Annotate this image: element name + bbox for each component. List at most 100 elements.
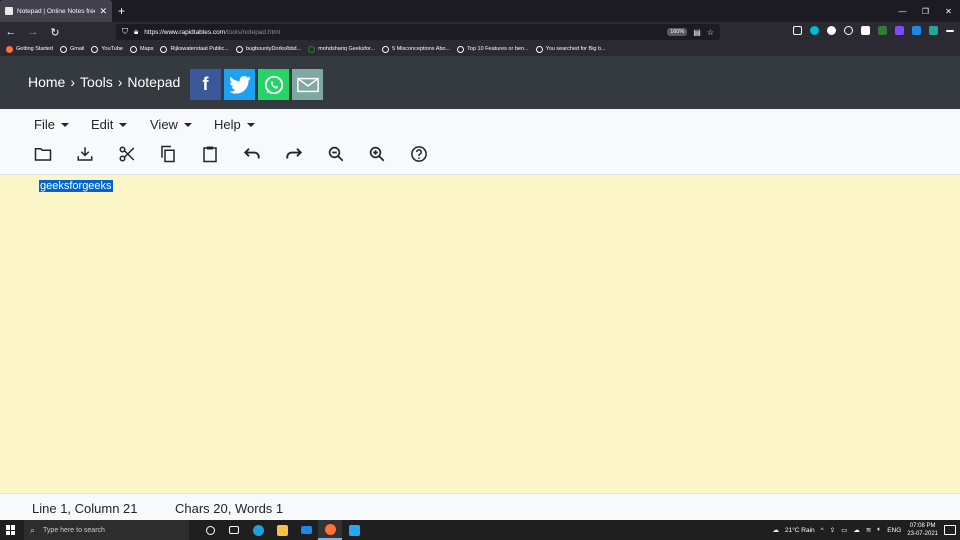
extension-icon[interactable]	[895, 26, 904, 35]
onedrive-icon[interactable]: ☁	[853, 526, 860, 534]
bookmark-item[interactable]: 5 Misconceptions Abo...	[382, 45, 450, 53]
language-indicator[interactable]: ENG	[887, 527, 901, 534]
redo-icon[interactable]	[284, 144, 304, 164]
weather-icon[interactable]: ☁	[772, 526, 779, 534]
extension-icon[interactable]	[810, 26, 819, 35]
bookmark-item[interactable]: mohdshariq Geeksfor...	[308, 45, 375, 53]
extension-icon[interactable]	[827, 26, 836, 35]
tab-title: Notepad | Online Notes free, n...	[17, 7, 95, 15]
menu-edit[interactable]: Edit	[91, 117, 150, 132]
notepad-textarea[interactable]: geeksforgeeks	[0, 175, 960, 493]
url-domain: https://www.rapidtables.com	[144, 28, 226, 36]
bookmark-item[interactable]: Gmail	[60, 45, 84, 53]
notifications-icon[interactable]	[944, 525, 956, 535]
breadcrumb-tools-link[interactable]: Tools	[80, 74, 113, 90]
close-window-icon[interactable]: ✕	[937, 0, 960, 22]
battery-icon[interactable]: ▭	[841, 526, 847, 534]
url-text[interactable]: https://www.rapidtables.com/tools/notepa…	[144, 29, 661, 36]
site-header: Home › Tools › Notepad f	[0, 56, 960, 109]
menu-label: Help	[214, 117, 241, 132]
email-share-icon[interactable]	[292, 69, 323, 100]
paste-icon[interactable]	[200, 144, 220, 164]
whatsapp-share-icon[interactable]	[258, 69, 289, 100]
zoom-badge[interactable]: 160%	[667, 28, 688, 36]
shield-icon[interactable]: ⛉	[122, 27, 128, 37]
bookmark-item[interactable]: Maps	[130, 45, 153, 53]
reload-icon[interactable]: ↻	[44, 26, 66, 39]
browser-tab[interactable]: Notepad | Online Notes free, n... ✕	[0, 0, 112, 22]
menu-file[interactable]: File	[34, 117, 91, 132]
windows-start-icon[interactable]	[6, 525, 16, 535]
bookmark-item[interactable]: Top 10 Features or ben...	[457, 45, 529, 53]
bookmark-item[interactable]: Rijkswaterstaat Public...	[160, 45, 229, 53]
clock[interactable]: 07:08 PM 23-07-2021	[907, 522, 938, 538]
menu-label: View	[150, 117, 178, 132]
close-tab-icon[interactable]: ✕	[99, 6, 107, 17]
restore-icon[interactable]: ❐	[914, 0, 937, 22]
bookmark-item[interactable]: YouTube	[91, 45, 123, 53]
menu-view[interactable]: View	[150, 117, 214, 132]
task-view-icon[interactable]	[222, 520, 246, 540]
extension-icon[interactable]	[912, 26, 921, 35]
bookmark-star-icon[interactable]: ☆	[707, 28, 714, 37]
breadcrumb-home-link[interactable]: Home	[28, 74, 65, 90]
network-icon[interactable]: ≋	[866, 526, 871, 534]
bookmark-item[interactable]: Getting Started	[6, 45, 53, 53]
bookmarks-bar: Getting Started Gmail YouTube Maps Rijks…	[0, 42, 960, 56]
zoom-in-icon[interactable]	[367, 144, 387, 164]
mail-icon[interactable]	[294, 520, 318, 540]
minimize-icon[interactable]: —	[891, 0, 914, 22]
cortana-icon[interactable]	[198, 520, 222, 540]
extension-icon[interactable]	[878, 26, 887, 35]
caret-down-icon	[119, 122, 128, 127]
volume-icon[interactable]: 🔈︎	[877, 526, 881, 534]
caret-down-icon	[246, 122, 255, 127]
globe-icon	[535, 45, 543, 53]
chevron-up-icon[interactable]: ^	[821, 527, 824, 534]
lock-icon[interactable]: 🔒︎	[134, 27, 138, 37]
back-icon[interactable]: ←	[0, 26, 22, 38]
extension-icon[interactable]	[929, 26, 938, 35]
toolbar	[33, 144, 429, 164]
zoom-out-icon[interactable]	[326, 144, 346, 164]
facebook-share-icon[interactable]: f	[190, 69, 221, 100]
extension-icon[interactable]	[861, 26, 870, 35]
browser-tab-bar: Notepad | Online Notes free, n... ✕ + — …	[0, 0, 960, 22]
forward-icon[interactable]: →	[22, 26, 44, 38]
edge-icon[interactable]	[246, 520, 270, 540]
pocket-icon[interactable]	[793, 26, 802, 35]
menu-icon[interactable]	[946, 30, 954, 32]
cut-icon[interactable]	[117, 144, 137, 164]
menu-label: Edit	[91, 117, 114, 132]
selected-text[interactable]: geeksforgeeks	[39, 180, 113, 192]
bookmark-item[interactable]: bugbountyDorks/bbd...	[235, 45, 302, 53]
extension-icon[interactable]	[844, 26, 853, 35]
firefox-taskbar-icon[interactable]	[318, 520, 342, 540]
url-bar[interactable]: ⛉ 🔒︎ https://www.rapidtables.com/tools/n…	[116, 24, 720, 40]
menu-label: File	[34, 117, 55, 132]
new-tab-icon[interactable]: +	[118, 4, 125, 18]
help-icon[interactable]	[409, 144, 429, 164]
meet-now-icon[interactable]: ⇪	[830, 526, 835, 534]
vscode-icon[interactable]	[342, 520, 366, 540]
copy-icon[interactable]	[158, 144, 178, 164]
windows-taskbar: ⌕ Type here to search ☁ 21°C Rain ^ ⇪ ▭ …	[0, 520, 960, 540]
weather-text[interactable]: 21°C Rain	[785, 527, 815, 534]
menu-help[interactable]: Help	[214, 117, 255, 132]
undo-icon[interactable]	[242, 144, 262, 164]
bookmark-label: You searched for Big b...	[545, 46, 606, 52]
download-icon[interactable]	[75, 144, 95, 164]
bookmark-item[interactable]: You searched for Big b...	[535, 45, 606, 53]
breadcrumb-separator: ›	[117, 74, 123, 90]
taskbar-search-box[interactable]: ⌕ Type here to search	[24, 520, 189, 540]
open-icon[interactable]	[33, 144, 53, 164]
firefox-icon	[6, 45, 13, 53]
file-explorer-icon[interactable]	[270, 520, 294, 540]
twitter-share-icon[interactable]	[224, 69, 255, 100]
menu-toolbar-area: File Edit View Help	[0, 109, 960, 175]
reader-mode-icon[interactable]: ▤	[693, 28, 701, 37]
globe-icon	[382, 45, 390, 53]
globe-icon	[60, 45, 67, 53]
share-buttons: f	[190, 69, 323, 100]
bookmark-label: bugbountyDorks/bbd...	[245, 46, 302, 52]
